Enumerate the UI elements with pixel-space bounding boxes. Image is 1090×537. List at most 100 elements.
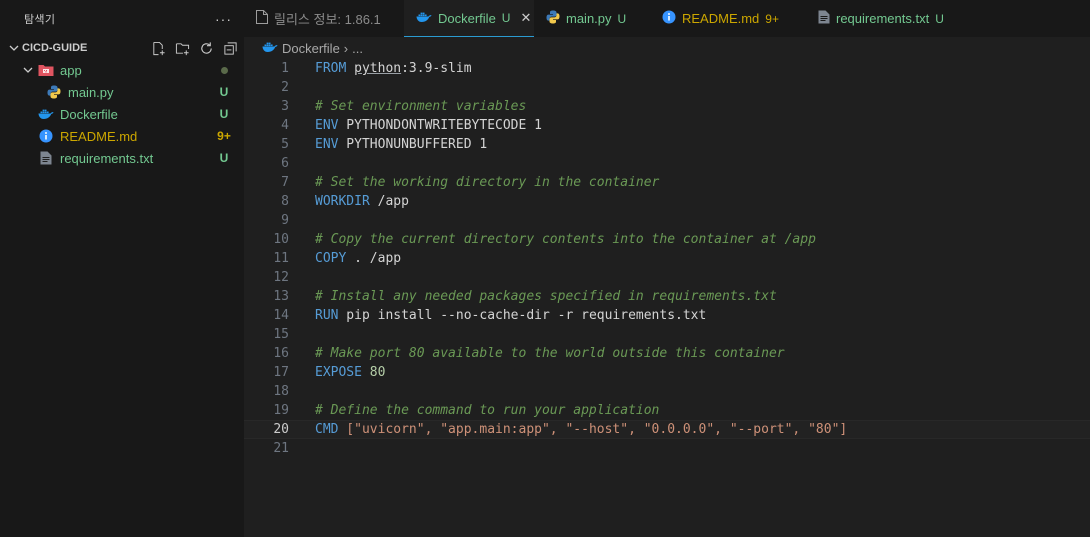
- docker-icon: [416, 11, 432, 26]
- line-number: 13: [273, 289, 289, 304]
- code-line: 13 # Install any needed packages specifie…: [244, 287, 1090, 306]
- tree-file-requirements[interactable]: requirements.txt U: [0, 147, 244, 169]
- workspace-name: CICD-GUIDE: [22, 42, 88, 54]
- line-number: 16: [273, 346, 289, 361]
- more-actions-icon[interactable]: ···: [215, 11, 232, 27]
- info-icon: [662, 10, 676, 27]
- explorer-actions: [150, 40, 244, 56]
- tab-label: main.py: [566, 11, 612, 26]
- code-text: ENV PYTHONUNBUFFERED 1: [315, 137, 488, 152]
- python-icon: [46, 84, 62, 100]
- code-line: 18: [244, 382, 1090, 401]
- code-text: FROM python:3.9-slim: [315, 61, 472, 76]
- line-number: 1: [281, 61, 289, 76]
- modified-dot: [212, 63, 236, 77]
- code-text: RUN pip install --no-cache-dir -r requir…: [315, 308, 707, 323]
- tab-dockerfile[interactable]: Dockerfile U ✕: [404, 0, 534, 37]
- tree-item-label: README.md: [60, 128, 138, 144]
- line-number: 7: [281, 175, 289, 190]
- code-line: 14 RUN pip install --no-cache-dir -r requ…: [244, 306, 1090, 325]
- explorer-title: 탐색기: [24, 13, 56, 26]
- code-line: 15: [244, 325, 1090, 344]
- line-number: 20: [273, 422, 289, 437]
- code-comment: # Install any needed packages specified …: [315, 289, 777, 304]
- breadcrumb-more[interactable]: ...: [352, 41, 363, 56]
- line-number: 15: [273, 327, 289, 342]
- code-editor[interactable]: 1 FROM python:3.9-slim 2 3 # Set environme…: [244, 59, 1090, 458]
- refresh-icon[interactable]: [198, 40, 214, 56]
- info-icon: [38, 128, 54, 144]
- line-number: 10: [273, 232, 289, 247]
- tab-main-py[interactable]: main.py U: [534, 0, 650, 37]
- git-status-badge: U: [219, 151, 229, 165]
- line-number: 4: [281, 118, 289, 133]
- tab-label: README.md: [682, 11, 760, 26]
- text-file-icon: [38, 150, 54, 166]
- code-line: 21: [244, 439, 1090, 458]
- line-number: 17: [273, 365, 289, 380]
- line-number: 18: [273, 384, 289, 399]
- git-status-badge: U: [617, 11, 627, 26]
- tree-item-label: app: [60, 62, 82, 78]
- tree-file-readme[interactable]: README.md 9+: [0, 125, 244, 147]
- code-comment: # Set the working directory in the conta…: [315, 175, 660, 190]
- code-line: 10 # Copy the current directory contents …: [244, 230, 1090, 249]
- tab-readme[interactable]: README.md 9+: [650, 0, 806, 37]
- python-icon: [546, 10, 560, 27]
- line-number: 2: [281, 80, 289, 95]
- code-text: WORKDIR /app: [315, 194, 409, 209]
- code-text: ENV PYTHONDONTWRITEBYTECODE 1: [315, 118, 542, 133]
- tab-requirements[interactable]: requirements.txt U: [806, 0, 956, 37]
- docker-icon: [262, 41, 278, 56]
- editor-area: 릴리스 정보: 1.86.1 Dockerfile U ✕ main.py U …: [244, 0, 1090, 537]
- code-line: 9: [244, 211, 1090, 230]
- code-line: 8 WORKDIR /app: [244, 192, 1090, 211]
- line-number: 11: [273, 251, 289, 266]
- code-line: 1 FROM python:3.9-slim: [244, 59, 1090, 78]
- close-icon[interactable]: ✕: [520, 10, 531, 26]
- line-number: 21: [273, 441, 289, 456]
- new-file-icon[interactable]: [150, 40, 166, 56]
- tab-release-notes[interactable]: 릴리스 정보: 1.86.1: [244, 0, 404, 37]
- folder-app-icon: [38, 62, 54, 78]
- chevron-down-icon: [6, 43, 22, 53]
- code-line: 17 EXPOSE 80: [244, 363, 1090, 382]
- tree-item-label: requirements.txt: [60, 150, 154, 166]
- git-status-badge: U: [935, 11, 944, 26]
- line-number: 8: [281, 194, 289, 209]
- code-line: 2: [244, 78, 1090, 97]
- code-line: 12: [244, 268, 1090, 287]
- code-line: 11 COPY . /app: [244, 249, 1090, 268]
- git-status-badge: U: [501, 11, 511, 25]
- tab-bar: 릴리스 정보: 1.86.1 Dockerfile U ✕ main.py U …: [244, 0, 1090, 37]
- code-comment: # Define the command to run your applica…: [315, 403, 660, 418]
- code-line: 3 # Set environment variables: [244, 97, 1090, 116]
- tree-folder-app[interactable]: app: [0, 59, 244, 81]
- tab-label: Dockerfile: [438, 10, 496, 26]
- code-line: 7 # Set the working directory in the cont…: [244, 173, 1090, 192]
- tab-label: 릴리스 정보: 1.86.1: [274, 12, 381, 27]
- line-number: 5: [281, 137, 289, 152]
- breadcrumb: Dockerfile › ...: [244, 37, 1090, 59]
- code-comment: # Copy the current directory contents in…: [315, 232, 816, 247]
- line-number: 12: [273, 270, 289, 285]
- new-folder-icon[interactable]: [174, 40, 190, 56]
- workspace-section-header[interactable]: CICD-GUIDE: [0, 37, 244, 59]
- tab-label: requirements.txt: [836, 11, 930, 26]
- tree-file-dockerfile[interactable]: Dockerfile U: [0, 103, 244, 125]
- git-status-badge: U: [219, 107, 229, 121]
- chevron-right-icon: ›: [343, 40, 349, 56]
- code-text: EXPOSE 80: [315, 365, 386, 380]
- line-number: 14: [273, 308, 289, 323]
- line-number: 3: [281, 99, 289, 114]
- code-comment: # Set environment variables: [315, 99, 527, 114]
- tree-file-main-py[interactable]: main.py U: [0, 81, 244, 103]
- collapse-all-icon[interactable]: [222, 40, 238, 56]
- tree-item-label: Dockerfile: [60, 106, 118, 122]
- line-number: 19: [273, 403, 289, 418]
- code-line: 6: [244, 154, 1090, 173]
- code-text: CMD ["uvicorn", "app.main:app", "--host"…: [315, 422, 848, 437]
- code-line: 19 # Define the command to run your appli…: [244, 401, 1090, 420]
- breadcrumb-file[interactable]: Dockerfile: [282, 41, 340, 56]
- chevron-down-icon: [20, 62, 36, 78]
